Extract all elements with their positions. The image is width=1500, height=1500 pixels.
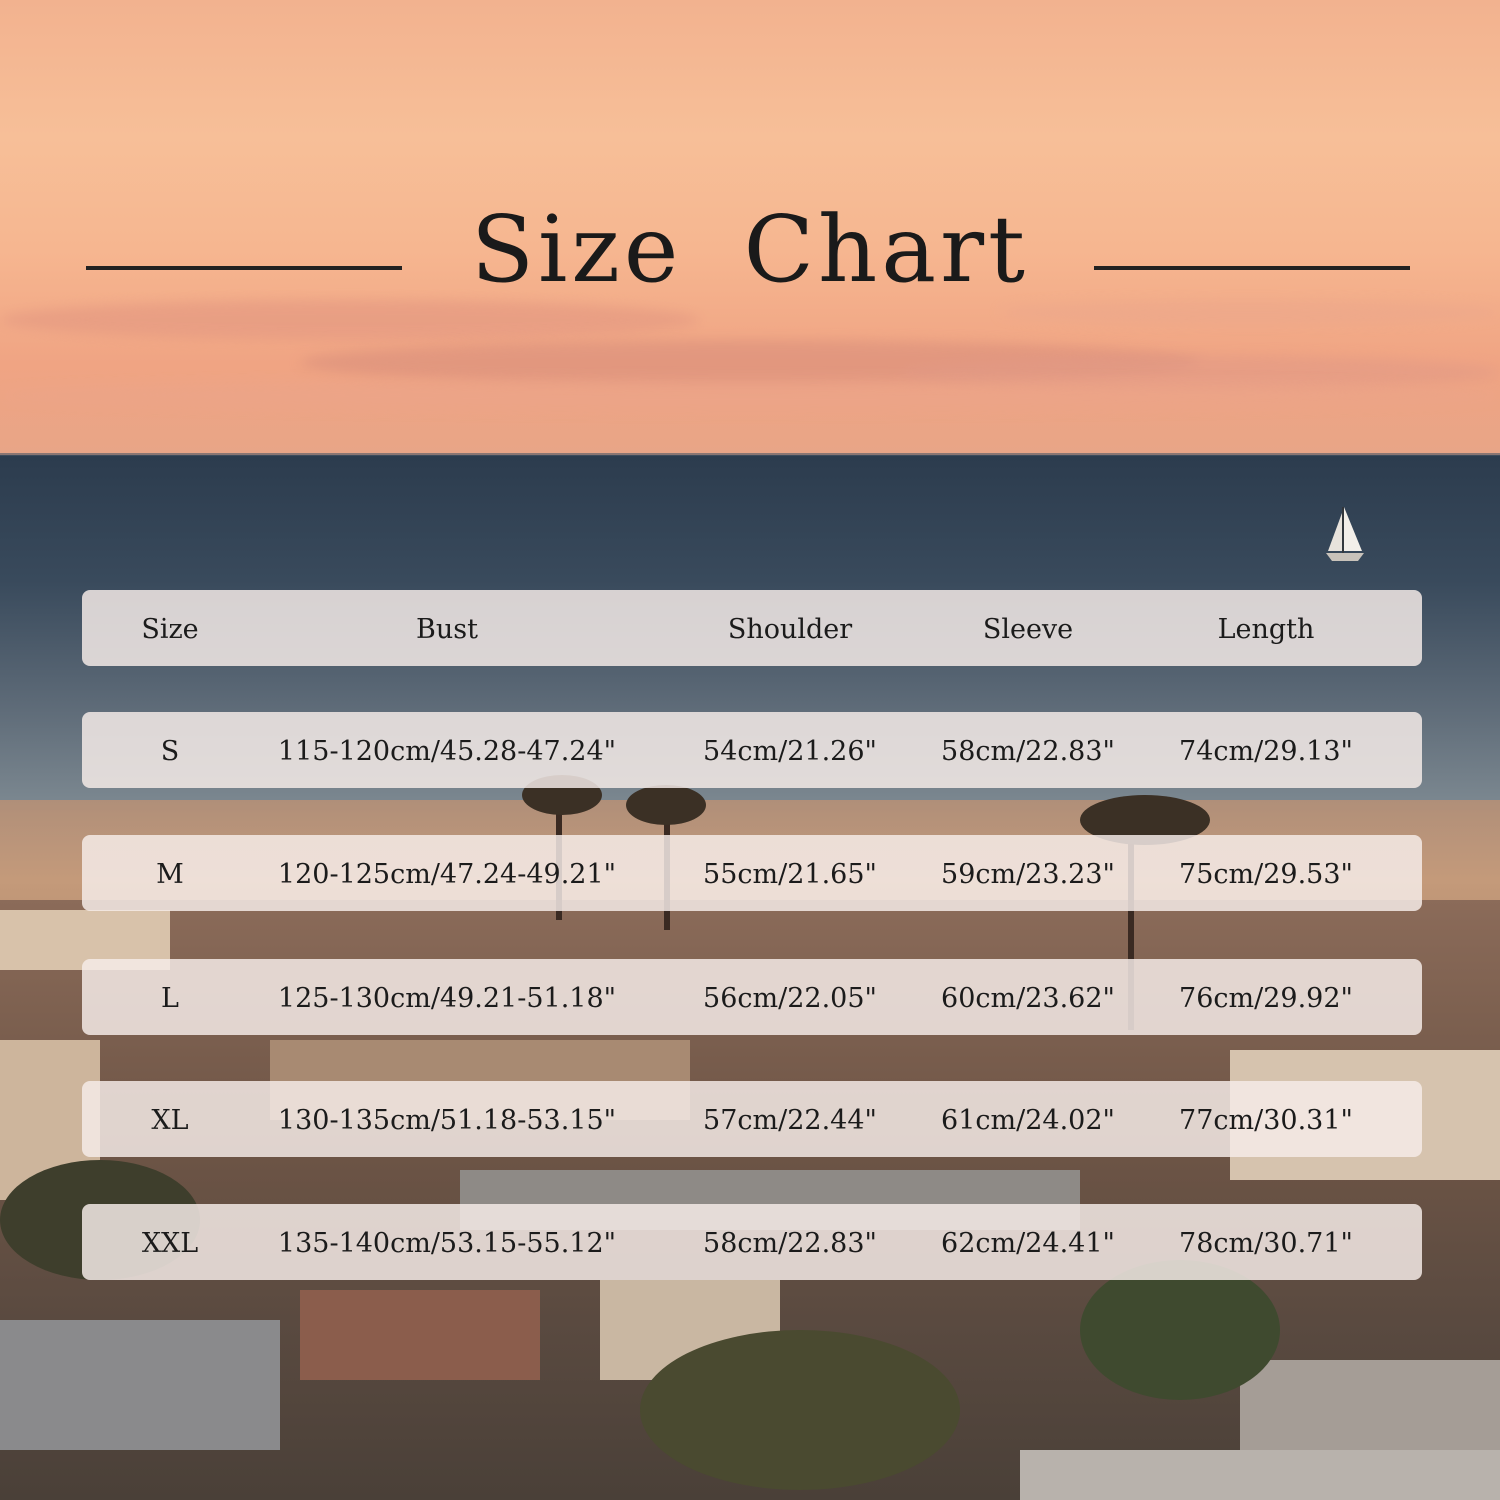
cell-bust: 130-135cm/51.18-53.15" <box>277 1105 617 1136</box>
cell-length: 76cm/29.92" <box>1179 983 1353 1014</box>
cell-size: L <box>161 983 179 1014</box>
header-bust: Bust <box>416 614 478 645</box>
cell-sleeve: 59cm/23.23" <box>941 859 1115 890</box>
page-title: Size Chart <box>470 196 1030 303</box>
cell-length: 74cm/29.13" <box>1179 736 1353 767</box>
table-row: S 115-120cm/45.28-47.24" 54cm/21.26" 58c… <box>82 712 1422 788</box>
cell-length: 78cm/30.71" <box>1179 1228 1353 1259</box>
header-sleeve: Sleeve <box>982 614 1074 645</box>
cell-shoulder: 57cm/22.44" <box>703 1105 877 1136</box>
table-row: XL 130-135cm/51.18-53.15" 57cm/22.44" 61… <box>82 1081 1422 1157</box>
cell-size: XL <box>151 1105 189 1136</box>
cell-shoulder: 55cm/21.65" <box>703 859 877 890</box>
header-size: Size <box>141 614 199 645</box>
cell-sleeve: 58cm/22.83" <box>941 736 1115 767</box>
cell-bust: 135-140cm/53.15-55.12" <box>277 1228 617 1259</box>
cell-sleeve: 62cm/24.41" <box>941 1228 1115 1259</box>
size-chart-image: Size Chart Size Bust Shoulder Sleeve Len… <box>0 0 1500 1500</box>
cell-size: S <box>160 736 180 767</box>
cell-bust: 125-130cm/49.21-51.18" <box>277 983 617 1014</box>
cell-size: M <box>156 859 184 890</box>
cell-length: 75cm/29.53" <box>1179 859 1353 890</box>
header-length: Length <box>1217 614 1315 645</box>
table-row: M 120-125cm/47.24-49.21" 55cm/21.65" 59c… <box>82 835 1422 911</box>
cell-length: 77cm/30.31" <box>1179 1105 1353 1136</box>
cell-bust: 115-120cm/45.28-47.24" <box>277 736 617 767</box>
title-rule-right <box>1094 266 1410 270</box>
cell-bust: 120-125cm/47.24-49.21" <box>277 859 617 890</box>
sailboat-icon <box>1326 507 1364 561</box>
table-header-row: Size Bust Shoulder Sleeve Length <box>82 590 1422 666</box>
horizon <box>0 453 1500 456</box>
cell-sleeve: 61cm/24.02" <box>941 1105 1115 1136</box>
cell-sleeve: 60cm/23.62" <box>941 983 1115 1014</box>
table-row: L 125-130cm/49.21-51.18" 56cm/22.05" 60c… <box>82 959 1422 1035</box>
cell-shoulder: 58cm/22.83" <box>703 1228 877 1259</box>
cell-shoulder: 56cm/22.05" <box>703 983 877 1014</box>
cell-shoulder: 54cm/21.26" <box>703 736 877 767</box>
cell-size: XXL <box>141 1228 199 1259</box>
header-shoulder: Shoulder <box>727 614 853 645</box>
table-row: XXL 135-140cm/53.15-55.12" 58cm/22.83" 6… <box>82 1204 1422 1280</box>
